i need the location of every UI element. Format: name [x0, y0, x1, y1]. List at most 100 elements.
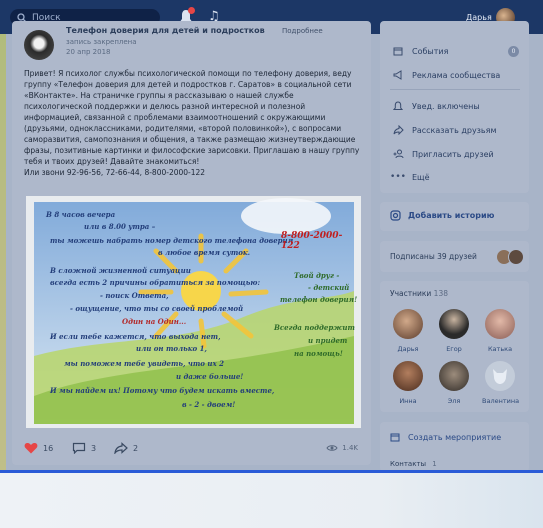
menu-tell-friends[interactable]: Рассказать друзьям: [392, 124, 497, 136]
member-item[interactable]: Катька: [482, 309, 518, 353]
menu-divider: [390, 89, 520, 90]
post-actions: 16 3 2 1.4K: [24, 442, 364, 460]
member-avatar: [439, 309, 469, 339]
image-line-14: И мы найдем их! Потому что будем искать …: [50, 386, 275, 395]
member-name: Егор: [446, 345, 462, 353]
image-line-10: И если тебе кажется, что выхода нет,: [50, 332, 221, 341]
more-dots-icon: •••: [390, 172, 406, 182]
image-line-6: всегда есть 2 причины обратиться за помо…: [50, 278, 261, 287]
default-avatar-icon: [485, 361, 515, 391]
member-name: Катька: [487, 345, 513, 353]
image-right-2: - детский: [308, 283, 350, 292]
member-name: Эля: [447, 397, 461, 405]
camera-icon: [390, 210, 401, 221]
post-text: Привет! Я психолог службы психологическо…: [24, 69, 360, 177]
member-name: Инна: [399, 397, 417, 405]
members-count: 138: [433, 289, 448, 298]
image-right-6: на помощь!: [294, 349, 343, 358]
heart-icon: [24, 442, 38, 454]
menu-invite-label: Пригласить друзей: [412, 149, 494, 159]
share-arrow-icon: [392, 124, 404, 136]
views-counter: 1.4K: [326, 444, 358, 452]
post-date[interactable]: 20 апр 2018: [66, 48, 110, 56]
image-line-7: - поиск Ответа,: [100, 291, 169, 300]
contacts-label: Контакты: [390, 460, 427, 468]
menu-notifications[interactable]: Увед. включены: [392, 100, 480, 112]
members-card: Участники 138 Дарья Егор Катька Инна Эля: [380, 281, 529, 412]
member-avatar: [485, 309, 515, 339]
create-event-label: Создать мероприятие: [408, 432, 502, 442]
image-right-4: Всегда поддержит: [274, 323, 355, 332]
group-menu: События 0 Реклама сообщества Увед. включ…: [380, 21, 529, 193]
friends-subscribed-label: Подписаны 39 друзей: [390, 252, 477, 261]
friends-subscribed-card[interactable]: Подписаны 39 друзей: [380, 241, 529, 272]
add-story-button[interactable]: Добавить историю: [390, 210, 494, 221]
add-user-icon: [392, 148, 404, 160]
page-background: [0, 473, 543, 528]
vk-group-page: ♫ Дарья Телефон доверия для детей и подр…: [0, 0, 543, 472]
post-image[interactable]: В 8 часов вечера или в 8.00 утра – ты мо…: [26, 196, 361, 428]
more-link[interactable]: Подробнее: [282, 27, 323, 35]
pinned-label: запись закреплена: [66, 38, 137, 46]
calendar-icon: [392, 45, 404, 57]
image-line-8: - ощущение, что ты со своей проблемой: [70, 304, 244, 313]
member-item[interactable]: Эля: [436, 361, 472, 405]
menu-ads[interactable]: Реклама сообщества: [392, 69, 500, 81]
image-line-9: Один на Один...: [122, 317, 187, 326]
contacts-count: 1: [432, 460, 437, 468]
member-item[interactable]: Инна: [390, 361, 426, 405]
eye-icon: [326, 445, 338, 451]
views-count: 1.4K: [342, 444, 358, 452]
event-card: Создать мероприятие Контакты 1: [380, 422, 529, 472]
members-header[interactable]: Участники 138: [390, 289, 448, 298]
menu-more[interactable]: ••• Ещё: [390, 171, 430, 183]
megaphone-icon: [392, 69, 404, 81]
member-avatar: [439, 361, 469, 391]
menu-more-label: Ещё: [412, 172, 430, 182]
comment-icon: [72, 442, 86, 455]
menu-ads-label: Реклама сообщества: [412, 70, 501, 80]
pinned-post: Телефон доверия для детей и подростков з…: [12, 21, 371, 465]
member-avatar: [393, 309, 423, 339]
calendar-add-icon: [390, 432, 400, 442]
menu-notifications-label: Увед. включены: [412, 101, 480, 111]
image-line-3: ты можешь набрать номер детского телефон…: [50, 236, 294, 245]
image-right-1: Твой друг -: [294, 271, 340, 280]
member-avatar: [393, 361, 423, 391]
member-name: Дарья: [397, 345, 419, 353]
background-strip: [0, 34, 6, 470]
share-count: 2: [133, 443, 139, 453]
chevron-down-icon[interactable]: [519, 12, 527, 26]
contacts-header[interactable]: Контакты 1: [390, 460, 437, 468]
comment-button[interactable]: 3: [72, 442, 97, 455]
share-icon: [114, 442, 128, 456]
share-button[interactable]: 2: [114, 442, 139, 456]
like-count: 16: [43, 443, 54, 453]
menu-events-label: События: [412, 46, 449, 56]
post-author[interactable]: Телефон доверия для детей и подростков: [66, 26, 265, 35]
create-event-button[interactable]: Создать мероприятие: [390, 432, 501, 442]
image-line-11: или он только 1,: [136, 344, 207, 353]
bell-check-icon: [392, 100, 404, 112]
image-line-5: В сложной жизненной ситуации: [50, 266, 191, 275]
image-line-15: в - 2 - двоем!: [182, 400, 236, 409]
menu-events[interactable]: События: [392, 45, 448, 57]
image-right-5: и придет: [308, 336, 348, 345]
image-line-4: в любое время суток.: [158, 248, 251, 257]
like-button[interactable]: 16: [24, 442, 53, 454]
image-right-3: телефон доверия!: [280, 295, 358, 304]
group-avatar[interactable]: [24, 30, 54, 60]
member-item[interactable]: Валентина: [482, 361, 520, 405]
notification-dot: [188, 7, 195, 14]
menu-invite[interactable]: Пригласить друзей: [392, 148, 494, 160]
image-phone: 8-800-2000-122: [281, 231, 343, 251]
member-item[interactable]: Егор: [436, 309, 472, 353]
comment-count: 3: [91, 443, 97, 453]
friend-avatar: [508, 249, 524, 265]
menu-tell-friends-label: Рассказать друзьям: [412, 125, 497, 135]
image-line-12: мы поможем тебе увидеть, что их 2: [64, 359, 224, 368]
member-item[interactable]: Дарья: [390, 309, 426, 353]
image-line-1: В 8 часов вечера: [46, 210, 116, 219]
member-name: Валентина: [482, 397, 520, 405]
events-count-badge: 0: [508, 46, 519, 57]
